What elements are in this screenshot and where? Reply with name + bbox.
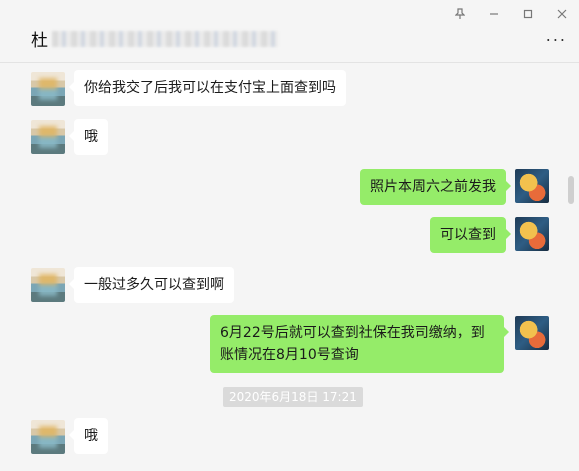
message-bubble[interactable]: 照片本周六之前发我: [360, 169, 511, 205]
contact-avatar[interactable]: [31, 420, 65, 454]
message-bubble[interactable]: 哦: [69, 418, 108, 454]
contact-avatar[interactable]: [31, 120, 65, 154]
chat-title: 杜: [31, 26, 278, 51]
pin-icon[interactable]: [448, 4, 472, 24]
self-avatar[interactable]: [515, 316, 549, 350]
minimize-icon[interactable]: [482, 4, 506, 24]
message-bubble[interactable]: 可以查到: [430, 217, 511, 253]
message-bubble[interactable]: 6月22号后就可以查到社保在我司缴纳，到账情况在8月10号查询: [210, 315, 509, 373]
self-avatar[interactable]: [515, 217, 549, 251]
maximize-icon[interactable]: [516, 4, 540, 24]
contact-avatar[interactable]: [31, 268, 65, 302]
chat-scrollbar[interactable]: [568, 176, 574, 204]
more-options-button[interactable]: ...: [546, 28, 567, 44]
message-bubble[interactable]: 你给我交了后我可以在支付宝上面查到吗: [69, 70, 346, 106]
chat-title-text: 杜: [31, 31, 48, 51]
message-bubble[interactable]: 哦: [69, 119, 108, 155]
message-timestamp: 2020年6月18日 17:21: [223, 387, 363, 407]
self-avatar[interactable]: [515, 169, 549, 203]
chat-header: 杜 ...: [0, 0, 579, 63]
redacted-name: [52, 30, 278, 47]
contact-avatar[interactable]: [31, 72, 65, 106]
message-bubble[interactable]: 一般过多久可以查到啊: [69, 267, 234, 303]
close-icon[interactable]: [550, 4, 574, 24]
